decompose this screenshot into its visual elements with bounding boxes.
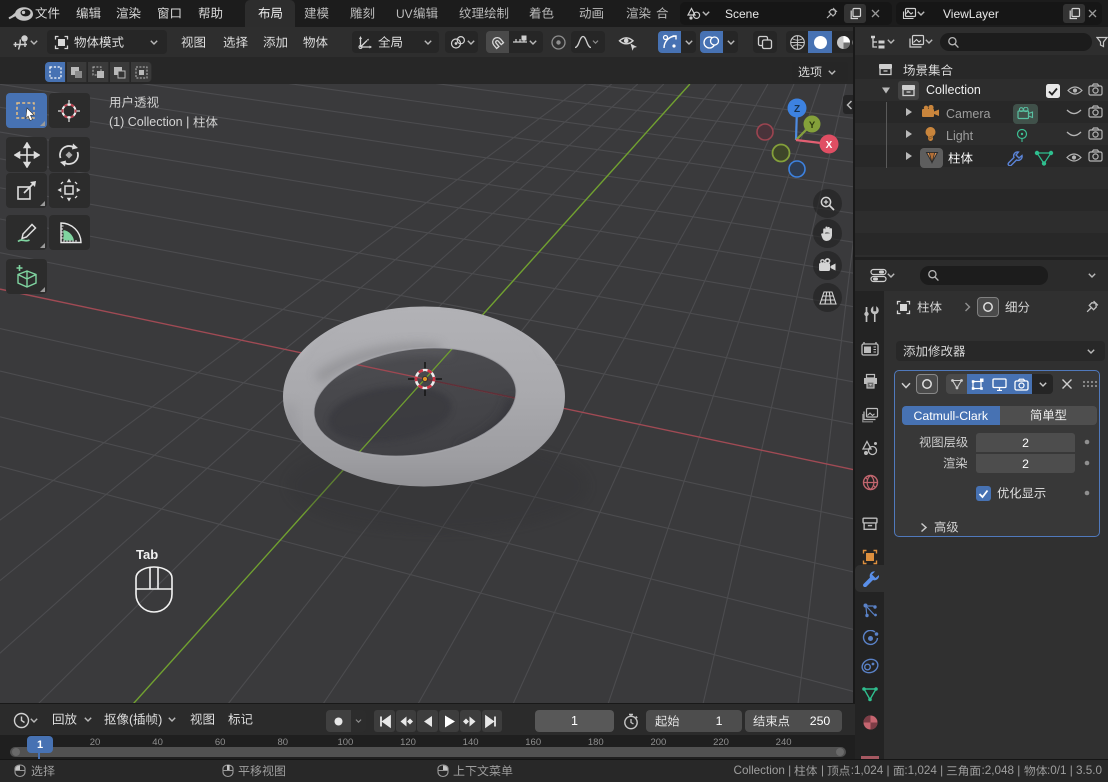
svg-text:Z: Z — [794, 104, 800, 115]
svg-text:Y: Y — [809, 120, 816, 131]
svg-text:X: X — [826, 140, 833, 151]
